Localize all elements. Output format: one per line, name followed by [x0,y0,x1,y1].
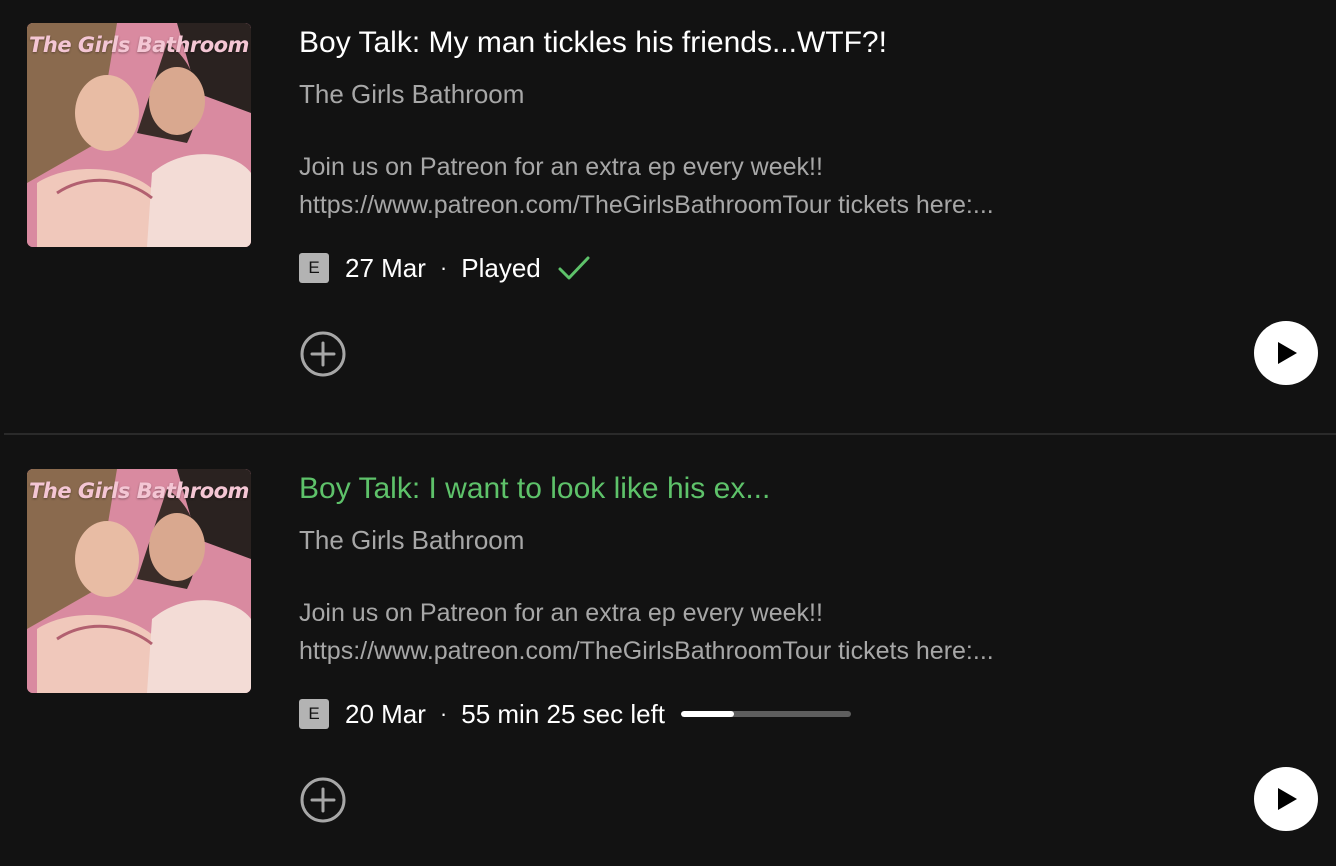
cover-title: The Girls Bathroom [29,33,249,57]
description-line: Join us on Patreon for an extra ep every… [299,599,823,627]
episode-meta: E 20 Mar · 55 min 25 sec left [299,698,852,730]
progress-bar [681,711,852,717]
meta-separator: · [439,255,448,280]
episode-date: 20 Mar [345,698,426,729]
episode-date: 27 Mar [345,252,426,283]
description-line: https://www.patreon.com/TheGirlsBathroom… [299,191,994,219]
episode-description: Join us on Patreon for an extra ep every… [299,594,994,670]
episode-title[interactable]: Boy Talk: I want to look like his ex... [299,472,770,506]
play-icon [1278,342,1297,364]
episode-description: Join us on Patreon for an extra ep every… [299,148,994,224]
play-button[interactable] [1254,767,1318,831]
episode-title[interactable]: Boy Talk: My man tickles his friends...W… [299,26,887,60]
play-button[interactable] [1254,321,1318,385]
played-status: Played [461,252,541,283]
explicit-badge: E [299,699,329,729]
show-name[interactable]: The Girls Bathroom [299,525,524,556]
progress-fill [681,711,734,717]
add-circle-icon[interactable] [299,776,347,824]
play-icon [1278,788,1297,810]
time-left: 55 min 25 sec left [461,698,666,729]
description-line: https://www.patreon.com/TheGirlsBathroom… [299,637,994,665]
episode-meta: E 27 Mar · Played [299,252,591,284]
episode-row[interactable]: The Girls Bathroom Boy Talk: My man tick… [0,0,1336,440]
episode-cover-image[interactable]: The Girls Bathroom [27,469,251,693]
cover-title: The Girls Bathroom [29,479,249,503]
row-divider [4,433,1336,435]
add-circle-icon[interactable] [299,330,347,378]
description-line: Join us on Patreon for an extra ep every… [299,153,823,181]
episode-cover-image[interactable]: The Girls Bathroom [27,23,251,247]
explicit-badge: E [299,253,329,283]
check-icon [558,256,590,280]
episode-row[interactable]: The Girls Bathroom Boy Talk: I want to l… [0,446,1336,866]
meta-separator: · [439,701,448,726]
show-name[interactable]: The Girls Bathroom [299,79,524,110]
